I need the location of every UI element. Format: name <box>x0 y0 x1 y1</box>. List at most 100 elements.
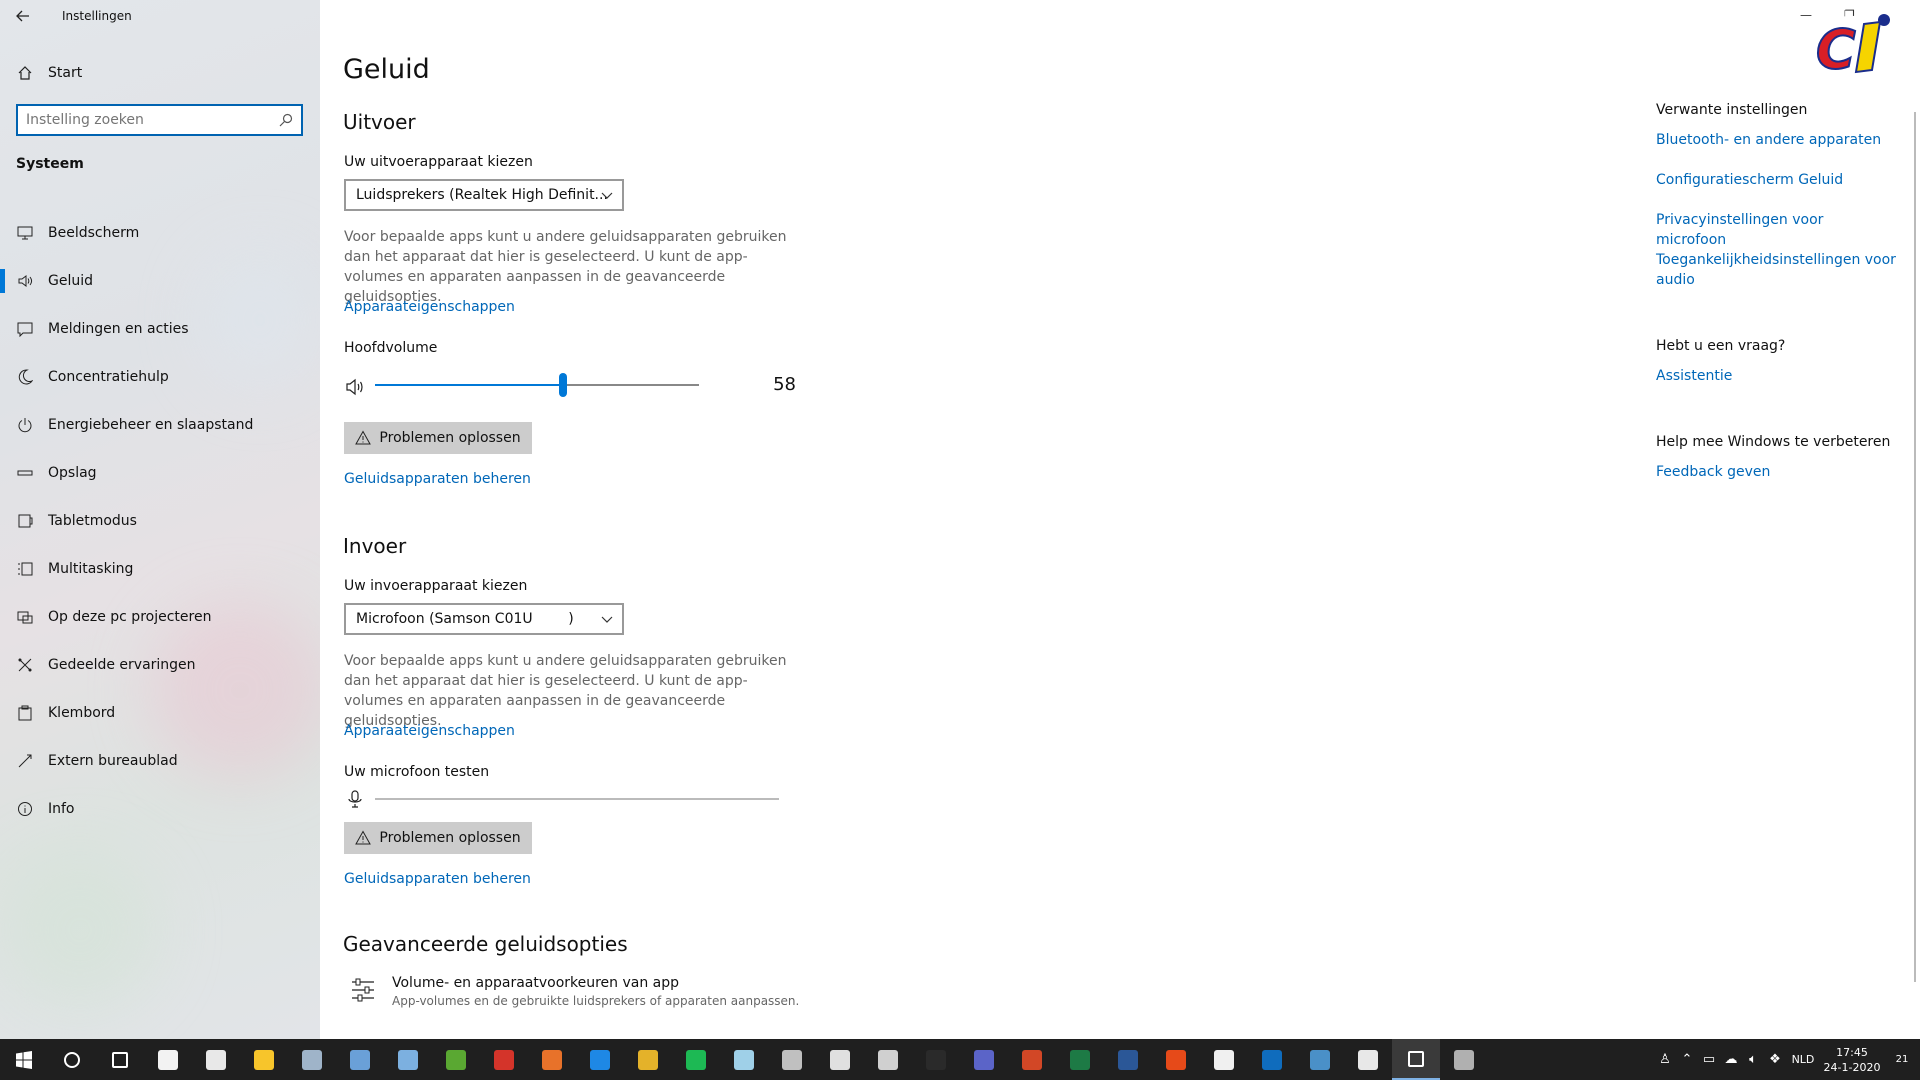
related-link-mic-privacy[interactable]: Privacyinstellingen voor microfoon <box>1656 210 1896 250</box>
output-device-select[interactable]: Luidsprekers (Realtek High Definit... <box>344 179 624 211</box>
dropbox-icon[interactable]: ❖ <box>1764 1052 1786 1067</box>
sidebar-item-label: Concentratiehulp <box>48 369 169 385</box>
taskbar-chrome-button[interactable] <box>624 1039 672 1080</box>
title-bar: Instellingen <box>0 0 320 32</box>
advanced-item-title: Volume- en apparaatvoorkeuren van app <box>392 975 680 991</box>
input-device-select[interactable]: Microfoon (Samson C01U ) <box>344 603 624 635</box>
taskbar-firefox-button[interactable] <box>528 1039 576 1080</box>
excel-icon <box>1070 1049 1090 1070</box>
sidebar-item-concentratiehulp[interactable]: Concentratiehulp <box>0 353 320 401</box>
sidebar-item-projecteren[interactable]: Op deze pc projecteren <box>0 593 320 641</box>
taskbar-red-app-button[interactable] <box>480 1039 528 1080</box>
sidebar-item-gedeelde-ervaringen[interactable]: Gedeelde ervaringen <box>0 641 320 689</box>
output-device-value: Luidsprekers (Realtek High Definit... <box>356 187 608 203</box>
photos-icon <box>302 1049 322 1070</box>
taskbar-excel-button[interactable] <box>1056 1039 1104 1080</box>
chevron-up-icon[interactable]: ⌃ <box>1676 1052 1698 1067</box>
related-link-accessibility[interactable]: Toegankelijkheidsinstellingen voor audio <box>1656 250 1896 290</box>
people-icon[interactable]: ♙ <box>1654 1052 1676 1067</box>
taskbar-outlook-button[interactable] <box>1248 1039 1296 1080</box>
volume-icon[interactable]: 🔈︎ <box>1742 1052 1764 1067</box>
remote-app-icon <box>1310 1049 1330 1070</box>
outlook-icon <box>1262 1049 1282 1070</box>
sidebar-item-label: Geluid <box>48 273 94 289</box>
page-title: Geluid <box>343 54 430 85</box>
sidebar-item-energiebeheer[interactable]: Energiebeheer en slaapstand <box>0 401 320 449</box>
sidebar-item-tabletmodus[interactable]: Tabletmodus <box>0 497 320 545</box>
search-icon[interactable] <box>279 113 293 127</box>
volume-slider[interactable] <box>375 373 699 397</box>
assistance-link[interactable]: Assistentie <box>1656 366 1896 386</box>
input-manage-link[interactable]: Geluidsapparaten beheren <box>344 871 531 887</box>
back-button[interactable] <box>0 0 46 32</box>
powerpoint-icon <box>1022 1049 1042 1070</box>
chevron-down-icon <box>601 616 613 623</box>
start-button[interactable] <box>0 1039 48 1080</box>
taskbar-notepad-button[interactable] <box>192 1039 240 1080</box>
clock[interactable]: 17:45 24-1-2020 <box>1820 1045 1884 1075</box>
warning-icon <box>355 430 372 445</box>
input-properties-link[interactable]: Apparaateigenschappen <box>344 723 515 739</box>
output-manage-link[interactable]: Geluidsapparaten beheren <box>344 471 531 487</box>
scrollbar[interactable] <box>1914 112 1916 982</box>
input-troubleshoot-button[interactable]: Problemen oplossen <box>344 822 532 854</box>
sidebar-item-klembord[interactable]: Klembord <box>0 689 320 737</box>
sidebar-home[interactable]: Start <box>0 58 320 88</box>
related-link-control-panel[interactable]: Configuratiescherm Geluid <box>1656 170 1896 190</box>
sidebar-item-multitasking[interactable]: Multitasking <box>0 545 320 593</box>
monitor-icon <box>16 224 34 242</box>
volume-slider-thumb[interactable] <box>558 373 567 397</box>
search-input[interactable] <box>26 112 266 128</box>
network-icon[interactable]: ▭ <box>1698 1052 1720 1067</box>
home-icon <box>16 64 34 82</box>
search-box[interactable] <box>16 104 303 136</box>
clipboard-icon <box>16 704 34 722</box>
taskbar-photos-button[interactable] <box>288 1039 336 1080</box>
taskbar-remote-app-button[interactable] <box>1296 1039 1344 1080</box>
taskbar-settings-button[interactable] <box>1392 1039 1440 1080</box>
advanced-app-volume-item[interactable]: Volume- en apparaatvoorkeuren van app Ap… <box>350 975 799 1008</box>
taskbar-calculator-button[interactable] <box>1344 1039 1392 1080</box>
taskbar-search-button[interactable] <box>48 1039 96 1080</box>
action-center-button[interactable]: 21 <box>1884 1039 1920 1080</box>
taskbar-office-button[interactable] <box>1152 1039 1200 1080</box>
sidebar-item-meldingen[interactable]: Meldingen en acties <box>0 305 320 353</box>
taskbar-feather-button[interactable] <box>720 1039 768 1080</box>
taskbar-powerpoint-button[interactable] <box>1008 1039 1056 1080</box>
taskbar-word-button[interactable] <box>1104 1039 1152 1080</box>
feedback-link[interactable]: Feedback geven <box>1656 462 1896 482</box>
related-link-bluetooth[interactable]: Bluetooth- en andere apparaten <box>1656 130 1896 150</box>
taskbar-green-app-button[interactable] <box>432 1039 480 1080</box>
sidebar-item-label: Klembord <box>48 705 116 721</box>
sidebar-item-beeldscherm[interactable]: Beeldscherm <box>0 209 320 257</box>
task-view-icon <box>112 1051 128 1068</box>
taskbar-window-app-button[interactable] <box>384 1039 432 1080</box>
taskbar-store-button[interactable] <box>144 1039 192 1080</box>
sidebar-item-geluid[interactable]: Geluid <box>0 257 320 305</box>
taskbar-mail-button[interactable] <box>1200 1039 1248 1080</box>
taskbar-file-explorer-button[interactable] <box>240 1039 288 1080</box>
taskbar-app-button[interactable] <box>336 1039 384 1080</box>
green-app-icon <box>446 1049 466 1070</box>
output-properties-link[interactable]: Apparaateigenschappen <box>344 299 515 315</box>
taskbar-spotify-button[interactable] <box>672 1039 720 1080</box>
sidebar-item-extern-bureaublad[interactable]: Extern bureaublad <box>0 737 320 785</box>
taskbar-teams-button[interactable] <box>960 1039 1008 1080</box>
taskbar-capture-button[interactable] <box>816 1039 864 1080</box>
sidebar-item-info[interactable]: Info <box>0 785 320 833</box>
info-icon <box>16 800 34 818</box>
sidebar-item-label: Gedeelde ervaringen <box>48 657 196 673</box>
taskbar-security-button[interactable] <box>1440 1039 1488 1080</box>
taskbar-globe-app-button[interactable] <box>768 1039 816 1080</box>
taskbar-terminal-button[interactable] <box>912 1039 960 1080</box>
sidebar-item-opslag[interactable]: Opslag <box>0 449 320 497</box>
cloud-icon[interactable]: ☁ <box>1720 1052 1742 1067</box>
language-indicator[interactable]: NLD <box>1786 1053 1820 1066</box>
taskbar-task-view-button[interactable] <box>96 1039 144 1080</box>
taskbar-edge-button[interactable] <box>576 1039 624 1080</box>
taskbar-font-button[interactable] <box>864 1039 912 1080</box>
windows-logo-icon <box>16 1050 32 1069</box>
speaker-icon <box>16 272 34 290</box>
output-description: Voor bepaalde apps kunt u andere geluids… <box>344 229 787 305</box>
output-troubleshoot-button[interactable]: Problemen oplossen <box>344 422 532 454</box>
